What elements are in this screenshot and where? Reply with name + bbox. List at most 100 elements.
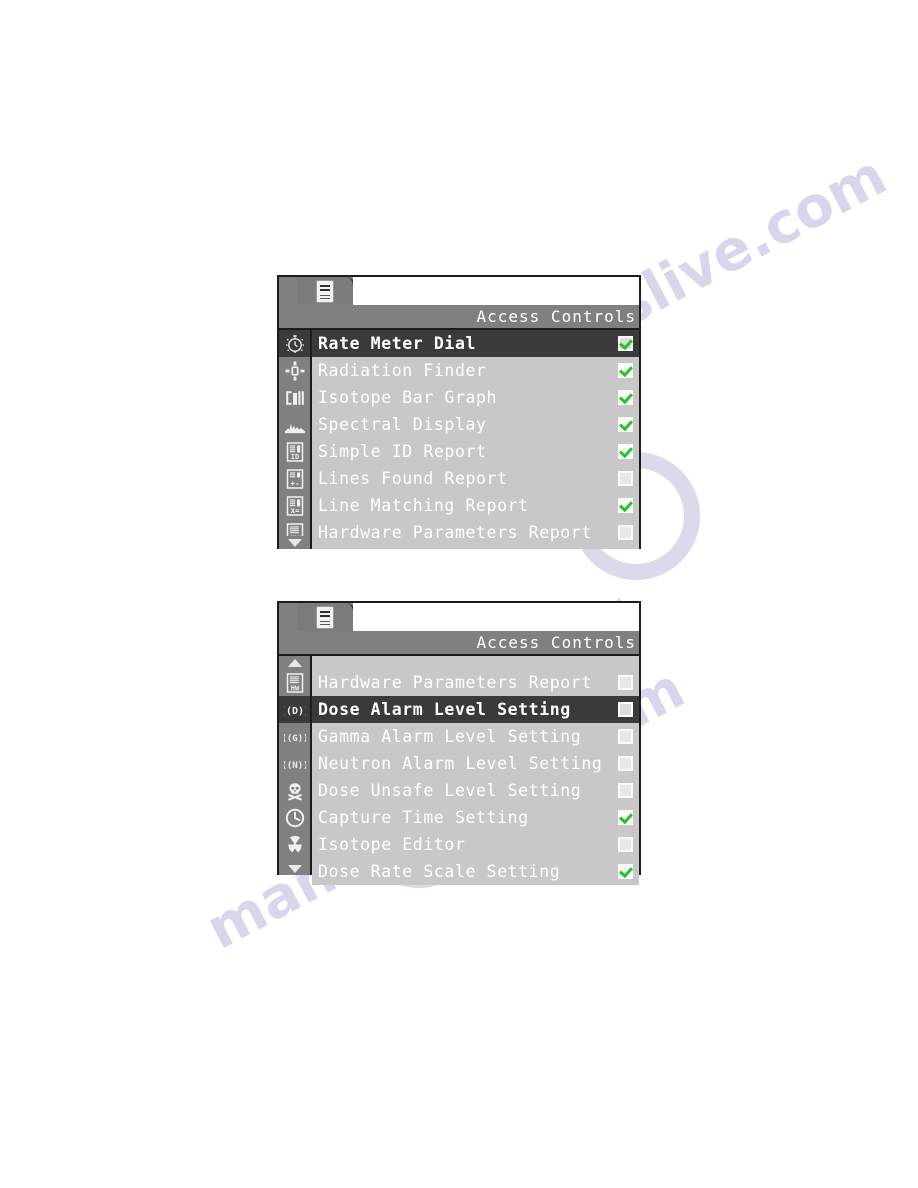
capture-time-icon [284, 807, 306, 829]
list-item[interactable]: Isotope Editor [312, 831, 639, 858]
row-icon-cell[interactable] [279, 777, 310, 804]
list-item[interactable]: Line Matching Report [312, 492, 639, 519]
enable-checkbox[interactable] [618, 837, 633, 852]
rate-meter-dial-icon [284, 333, 306, 355]
scroll-down-arrow-icon[interactable] [279, 862, 310, 875]
enable-checkbox[interactable] [618, 498, 633, 513]
list-item-label: Lines Found Report [318, 469, 508, 488]
isotope-bar-graph-icon [284, 387, 306, 409]
page-title: Access Controls [476, 307, 636, 326]
page-title: Access Controls [476, 633, 636, 652]
list-item[interactable]: Dose Rate Scale Setting [312, 858, 639, 885]
list-item-label: Hardware Parameters Report [318, 523, 592, 542]
list-item-label: Neutron Alarm Level Setting [318, 754, 603, 773]
icon-column: ID +- x= [279, 330, 312, 549]
enable-checkbox[interactable] [618, 810, 633, 825]
enable-checkbox[interactable] [618, 729, 633, 744]
svg-text:HW: HW [290, 684, 299, 692]
menu-list: ID +- x= Rate Meter Dial Radiation Finde… [279, 328, 639, 549]
row-icon-cell[interactable] [279, 330, 310, 357]
document-list-icon [316, 279, 334, 303]
row-icon-cell[interactable]: +- [279, 465, 310, 492]
row-icon-cell[interactable]: ID [279, 438, 310, 465]
row-icon-cell[interactable] [279, 804, 310, 831]
enable-checkbox[interactable] [618, 471, 633, 486]
list-item[interactable]: Lines Found Report [312, 465, 639, 492]
enable-checkbox[interactable] [618, 444, 633, 459]
access-controls-panel-top: Access Controls ID +- x= Rate Meter Dial… [277, 275, 641, 549]
list-item-label: Line Matching Report [318, 496, 529, 515]
list-item[interactable]: Hardware Parameters Report [312, 669, 639, 696]
list-item[interactable]: Hardware Parameters Report [312, 519, 639, 546]
enable-checkbox[interactable] [618, 702, 633, 717]
list-item-label: Rate Meter Dial [318, 334, 477, 353]
list-item-label: Isotope Bar Graph [318, 388, 498, 407]
tab-strip [279, 277, 639, 305]
list-item-label: Dose Unsafe Level Setting [318, 781, 582, 800]
svg-text:ID: ID [290, 453, 298, 461]
list-item-label: Capture Time Setting [318, 808, 529, 827]
enable-checkbox[interactable] [618, 390, 633, 405]
list-item-label: Dose Rate Scale Setting [318, 862, 561, 881]
lines-found-report-icon: +- [284, 468, 306, 490]
enable-checkbox[interactable] [618, 675, 633, 690]
scroll-down-arrow-icon[interactable] [279, 536, 310, 549]
list-item[interactable]: Gamma Alarm Level Setting [312, 723, 639, 750]
svg-text:x=: x= [290, 506, 300, 515]
row-icon-cell[interactable] [279, 831, 310, 858]
row-icon-cell[interactable] [279, 384, 310, 411]
row-icon-cell[interactable] [279, 357, 310, 384]
gamma-alarm-level-icon: ((G)) [284, 726, 306, 748]
enable-checkbox[interactable] [618, 336, 633, 351]
list-item[interactable]: Dose Unsafe Level Setting [312, 777, 639, 804]
svg-text:((N)): ((N)) [284, 761, 306, 771]
line-matching-report-icon: x= [284, 495, 306, 517]
icon-column: HW ((D)) ((G)) ((N)) [279, 656, 312, 881]
enable-checkbox[interactable] [618, 783, 633, 798]
enable-checkbox[interactable] [618, 864, 633, 879]
list-item-label: Radiation Finder [318, 361, 487, 380]
radiation-finder-icon [284, 360, 306, 382]
row-icon-cell[interactable]: ((N)) [279, 750, 310, 777]
row-column: Rate Meter Dial Radiation Finder Isotope B… [312, 330, 639, 549]
dose-unsafe-level-icon [284, 780, 306, 802]
list-item-label: Isotope Editor [318, 835, 466, 854]
list-item[interactable]: Spectral Display [312, 411, 639, 438]
list-item[interactable]: Isotope Bar Graph [312, 384, 639, 411]
tab-strip [279, 603, 639, 631]
neutron-alarm-level-icon: ((N)) [284, 753, 306, 775]
row-icon-cell[interactable]: HW [279, 669, 310, 696]
enable-checkbox[interactable] [618, 756, 633, 771]
spectral-display-icon [284, 414, 306, 436]
list-item[interactable]: Dose Alarm Level Setting [312, 696, 639, 723]
row-icon-cell[interactable]: ((D)) [279, 696, 310, 723]
document-list-icon [316, 605, 334, 629]
svg-text:((G)): ((G)) [284, 734, 306, 744]
tab-access-controls[interactable] [297, 603, 355, 631]
list-item[interactable]: Radiation Finder [312, 357, 639, 384]
list-item-label: Hardware Parameters Report [318, 673, 592, 692]
tab-value-field[interactable] [353, 603, 639, 631]
svg-text:+-: +- [290, 479, 299, 488]
row-column: Hardware Parameters Report Dose Alarm Lev… [312, 656, 639, 885]
enable-checkbox[interactable] [618, 525, 633, 540]
row-icon-cell[interactable] [279, 411, 310, 438]
panel-title-bar: Access Controls [279, 305, 639, 328]
list-item-label: Gamma Alarm Level Setting [318, 727, 582, 746]
menu-list: HW ((D)) ((G)) ((N)) [279, 654, 639, 885]
list-item[interactable]: Rate Meter Dial [312, 330, 639, 357]
panel-title-bar: Access Controls [279, 631, 639, 654]
tab-value-field[interactable] [353, 277, 639, 305]
tab-access-controls[interactable] [297, 277, 355, 305]
list-item[interactable]: Simple ID Report [312, 438, 639, 465]
simple-id-report-icon: ID [284, 441, 306, 463]
list-item[interactable]: Capture Time Setting [312, 804, 639, 831]
list-item[interactable]: Neutron Alarm Level Setting [312, 750, 639, 777]
hardware-parameters-icon: HW [284, 672, 306, 694]
scroll-up-arrow-icon[interactable] [279, 656, 310, 669]
enable-checkbox[interactable] [618, 363, 633, 378]
row-icon-cell[interactable]: x= [279, 492, 310, 519]
row-icon-cell[interactable]: ((G)) [279, 723, 310, 750]
enable-checkbox[interactable] [618, 417, 633, 432]
access-controls-panel-bottom: Access Controls HW ((D)) ((G)) ((N)) [277, 601, 641, 885]
